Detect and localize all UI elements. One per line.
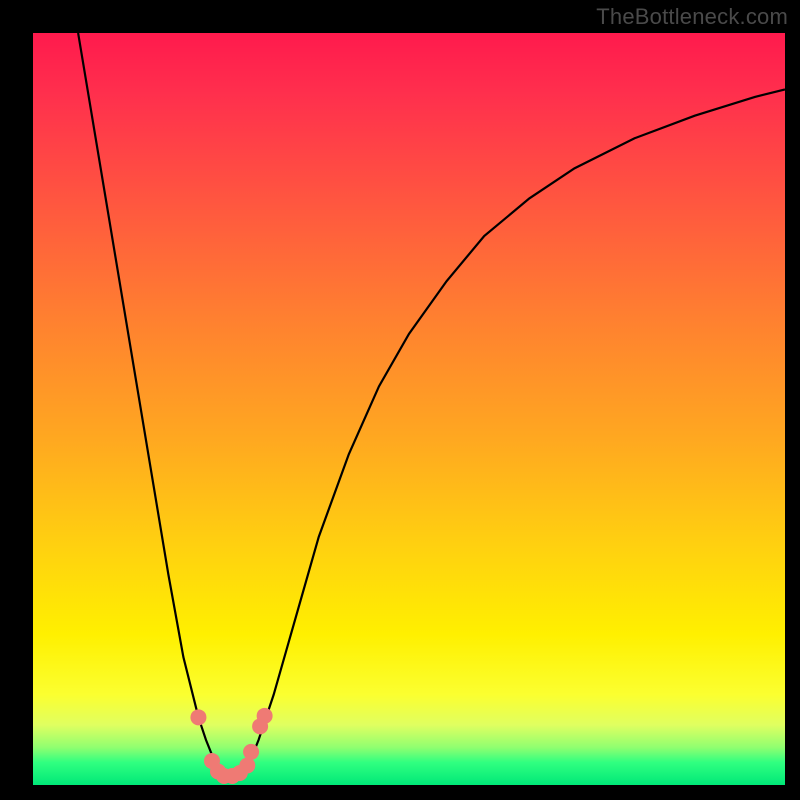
watermark-text: TheBottleneck.com <box>596 4 788 30</box>
data-point-marker <box>190 709 206 725</box>
curve-markers <box>190 708 272 784</box>
chart-frame: TheBottleneck.com <box>0 0 800 800</box>
data-point-marker <box>257 708 273 724</box>
plot-area <box>33 33 785 785</box>
data-point-marker <box>239 757 255 773</box>
curve-layer <box>33 33 785 785</box>
bottleneck-curve <box>78 33 785 776</box>
data-point-marker <box>243 744 259 760</box>
